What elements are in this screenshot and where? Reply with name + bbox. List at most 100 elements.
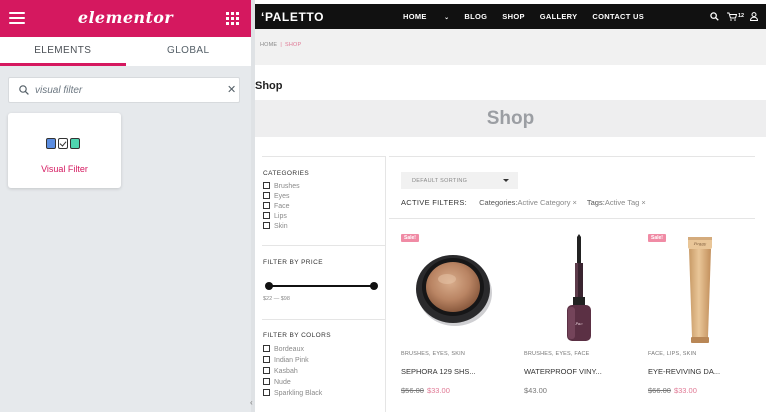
category-brushes[interactable]: Brushes	[263, 182, 300, 191]
menu-item-blog[interactable]: BLOG	[464, 12, 487, 21]
tab-global[interactable]: GLOBAL	[126, 37, 252, 66]
filter-divider	[262, 245, 385, 246]
svg-text:Peggy: Peggy	[693, 241, 707, 246]
chevron-down-icon: ⌄	[444, 15, 450, 21]
sale-badge: Sale!	[401, 234, 419, 242]
product-price: $56.00 $33.00	[401, 386, 450, 395]
sorting-select[interactable]: DEFAULT SORTING	[401, 172, 518, 189]
collapse-panel-icon[interactable]: ‹	[250, 398, 253, 407]
checkbox[interactable]	[263, 378, 270, 385]
elementor-logo: elementor	[77, 8, 174, 27]
widgets-grid-icon[interactable]	[226, 12, 239, 25]
colors-filter-title: FILTER BY COLORS	[263, 332, 331, 339]
clear-search-icon[interactable]: ✕	[227, 84, 236, 96]
visual-filter-icon	[46, 138, 80, 149]
sale-badge: Sale!	[648, 234, 666, 242]
color-nude[interactable]: Nude	[263, 378, 291, 387]
checkbox[interactable]	[263, 345, 270, 352]
site-preview: ‘PALETTO HOME ⌄ BLOG SHOP GALLERY CONTAC…	[255, 0, 768, 412]
price-range-text: $22 — $98	[263, 296, 290, 302]
slider-track	[266, 285, 377, 287]
breadcrumb-separator: |	[280, 42, 282, 48]
menu-item-shop[interactable]: SHOP	[502, 12, 524, 21]
chevron-down-icon	[503, 179, 509, 182]
category-skin[interactable]: Skin	[263, 222, 288, 231]
color-indian-pink[interactable]: Indian Pink	[263, 356, 309, 365]
menu-item-home[interactable]: HOME ⌄	[403, 12, 449, 21]
cart-count: 12	[738, 13, 745, 19]
product-card[interactable]: Sale! Peggy FACE, LIPS, SKIN EYE-REVIVIN…	[648, 231, 760, 401]
product-name[interactable]: SEPHORA 129 SHS...	[401, 367, 476, 376]
product-categories: BRUSHES, EYES, FACE	[524, 351, 590, 357]
checkbox[interactable]	[263, 367, 270, 374]
menu-item-contact[interactable]: CONTACT US	[592, 12, 644, 21]
user-icon[interactable]	[750, 12, 758, 21]
main-menu: HOME ⌄ BLOG SHOP GALLERY CONTACT US	[403, 12, 659, 21]
product-image[interactable]	[415, 243, 493, 329]
hero-banner: Shop	[255, 100, 766, 137]
checkbox[interactable]	[263, 182, 270, 189]
widget-visual-filter[interactable]: Visual Filter	[8, 113, 121, 188]
breadcrumb: HOME | SHOP	[260, 42, 301, 48]
widget-search-box: ✕	[8, 77, 240, 103]
panel-tabs: ELEMENTS GLOBAL	[0, 37, 251, 66]
hero-title: Shop	[486, 108, 535, 129]
product-name[interactable]: WATERPROOF VINY...	[524, 367, 602, 376]
product-card[interactable]: Sale! BRUSHES, EYES, SKIN SEPHORA 129 SH…	[401, 231, 513, 401]
sidebar-divider	[385, 157, 386, 412]
site-navbar: ‘PALETTO HOME ⌄ BLOG SHOP GALLERY CONTAC…	[255, 4, 766, 29]
color-sparkling-black[interactable]: Sparkling Black	[263, 389, 322, 398]
product-name[interactable]: EYE-REVIVING DA...	[648, 367, 720, 376]
color-kasbah[interactable]: Kasbah	[263, 367, 298, 376]
active-filter-tag[interactable]: Tags:Active Tag ×	[587, 198, 646, 207]
search-icon[interactable]	[710, 12, 719, 21]
filter-divider	[262, 319, 385, 320]
category-lips[interactable]: Lips	[263, 212, 287, 221]
checkbox[interactable]	[263, 212, 270, 219]
price-filter-title: FILTER BY PRICE	[263, 259, 323, 266]
site-logo[interactable]: ‘PALETTO	[261, 10, 324, 24]
active-filter-category[interactable]: Categories:Active Category ×	[479, 198, 577, 207]
sorting-value: DEFAULT SORTING	[412, 178, 468, 184]
category-face[interactable]: Face	[263, 202, 290, 211]
widget-search-input[interactable]	[35, 82, 215, 99]
categories-title: CATEGORIES	[263, 170, 310, 177]
svg-text:Pac: Pac	[574, 321, 583, 326]
product-categories: FACE, LIPS, SKIN	[648, 351, 697, 357]
cart-icon[interactable]	[727, 12, 737, 21]
slider-min-handle[interactable]	[265, 282, 273, 290]
widget-label: Visual Filter	[41, 164, 88, 174]
breadcrumb-current: SHOP	[284, 42, 302, 48]
search-icon	[19, 85, 29, 95]
breadcrumb-bar: HOME | SHOP	[255, 29, 766, 65]
color-bordeaux[interactable]: Bordeaux	[263, 345, 304, 354]
active-filters-label: ACTIVE FILTERS:	[401, 198, 468, 207]
category-eyes[interactable]: Eyes	[263, 192, 290, 201]
regular-price: $43.00	[524, 386, 547, 395]
checkbox[interactable]	[263, 192, 270, 199]
product-image[interactable]: Pac	[554, 233, 604, 345]
old-price: $66.00	[648, 386, 671, 395]
divider	[389, 218, 755, 219]
checkbox[interactable]	[263, 202, 270, 209]
elementor-panel: elementor ELEMENTS GLOBAL ✕ Visual Filte…	[0, 0, 251, 412]
product-image[interactable]: Peggy	[680, 233, 720, 345]
breadcrumb-home[interactable]: HOME	[260, 42, 277, 48]
checkbox[interactable]	[263, 389, 270, 396]
active-filters: ACTIVE FILTERS: Categories:Active Catego…	[401, 198, 654, 207]
sale-price: $33.00	[426, 386, 450, 395]
slider-max-handle[interactable]	[370, 282, 378, 290]
product-price: $43.00	[524, 386, 547, 395]
sale-price: $33.00	[673, 386, 697, 395]
old-price: $56.00	[401, 386, 424, 395]
checkbox[interactable]	[263, 356, 270, 363]
divider	[389, 156, 755, 157]
product-card[interactable]: Pac BRUSHES, EYES, FACE WATERPROOF VINY.…	[524, 231, 636, 401]
page-heading: Shop	[255, 80, 283, 92]
checkbox[interactable]	[263, 222, 270, 229]
filters-sidebar: CATEGORIES Brushes Eyes Face Lips Skin F…	[262, 156, 386, 412]
price-slider[interactable]	[265, 282, 378, 290]
app-window: elementor ELEMENTS GLOBAL ✕ Visual Filte…	[0, 0, 768, 412]
tab-elements[interactable]: ELEMENTS	[0, 37, 126, 66]
menu-item-gallery[interactable]: GALLERY	[540, 12, 578, 21]
